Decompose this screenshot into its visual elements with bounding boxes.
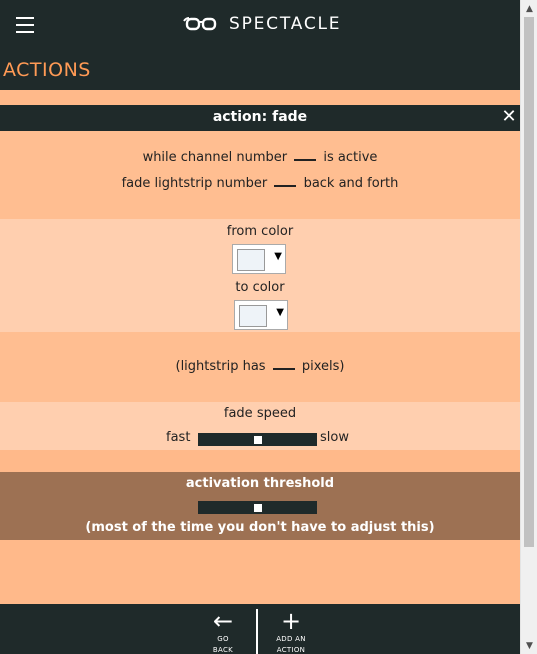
add-action-label-1: ADD AN	[276, 635, 306, 643]
pixel-count-input[interactable]	[272, 358, 295, 370]
color-section: from color ▼ to color ▼	[0, 219, 520, 332]
channel-suffix: is active	[323, 150, 378, 165]
channel-line: while channel number is active	[0, 149, 520, 165]
app: SPECTACLE ACTIONS action: fade ✕ while c…	[0, 0, 520, 654]
from-color-picker[interactable]: ▼	[232, 244, 286, 274]
brand-name: SPECTACLE	[229, 14, 342, 34]
lightstrip-suffix: back and forth	[303, 176, 399, 191]
arrow-left-icon: ←	[212, 607, 234, 635]
to-color-picker[interactable]: ▼	[234, 300, 288, 330]
menu-icon[interactable]	[16, 17, 34, 35]
top-bar: SPECTACLE	[0, 0, 520, 52]
lightstrip-line: fade lightstrip number back and forth	[0, 175, 520, 191]
pixels-section: (lightstrip has pixels)	[0, 332, 520, 402]
scroll-down-icon[interactable]: ▼	[521, 637, 537, 654]
threshold-note: (most of the time you don't have to adju…	[85, 520, 435, 535]
dropdown-caret-icon: ▼	[276, 307, 284, 318]
spectacles-icon	[183, 17, 217, 31]
threshold-section: activation threshold (most of the time y…	[0, 472, 520, 540]
speed-label: fade speed	[223, 406, 297, 421]
threshold-label: activation threshold	[185, 476, 335, 491]
close-icon[interactable]: ✕	[500, 107, 518, 127]
section-title: ACTIONS	[3, 59, 91, 81]
scroll-up-icon[interactable]: ▲	[521, 0, 537, 17]
go-back-label-1: GO	[217, 635, 229, 643]
channel-number-input[interactable]	[294, 149, 317, 161]
pixels-line: (lightstrip has pixels)	[0, 358, 520, 374]
footer-divider	[256, 609, 258, 654]
threshold-slider-knob[interactable]	[254, 504, 262, 512]
to-color-label: to color	[235, 280, 285, 295]
speed-section: fade speed fast slow	[0, 402, 520, 450]
speed-slow-label: slow	[320, 430, 349, 445]
add-action-label-2: ACTION	[276, 646, 306, 654]
plus-icon: +	[280, 607, 302, 635]
speed-slider-knob[interactable]	[254, 436, 262, 444]
scrollbar-thumb[interactable]	[524, 17, 534, 547]
channel-label: while channel number	[142, 150, 288, 165]
from-color-swatch	[237, 249, 265, 271]
vertical-scrollbar[interactable]: ▲ ▼	[520, 0, 537, 654]
add-action-button[interactable]: + ADD AN ACTION	[271, 608, 311, 654]
pixels-label: (lightstrip has	[175, 359, 266, 374]
brand-logo: SPECTACLE	[183, 14, 341, 34]
go-back-button[interactable]: ← GO BACK	[203, 608, 243, 654]
speed-fast-label: fast	[166, 430, 191, 445]
lightstrip-label: fade lightstrip number	[121, 176, 268, 191]
channel-section: while channel number is active fade ligh…	[0, 131, 520, 219]
go-back-label-2: BACK	[212, 646, 234, 654]
to-color-swatch	[239, 305, 267, 327]
speed-slider[interactable]	[198, 433, 317, 446]
dropdown-caret-icon: ▼	[274, 251, 282, 262]
section-bar: ACTIONS	[0, 52, 520, 90]
footer-toolbar: ← GO BACK + ADD AN ACTION	[0, 604, 520, 654]
action-header: action: fade ✕	[0, 105, 520, 131]
threshold-slider[interactable]	[198, 501, 317, 514]
action-title: action: fade	[212, 109, 308, 125]
from-color-label: from color	[226, 224, 294, 239]
pixels-suffix: pixels)	[301, 359, 345, 374]
lightstrip-number-input[interactable]	[274, 175, 297, 187]
